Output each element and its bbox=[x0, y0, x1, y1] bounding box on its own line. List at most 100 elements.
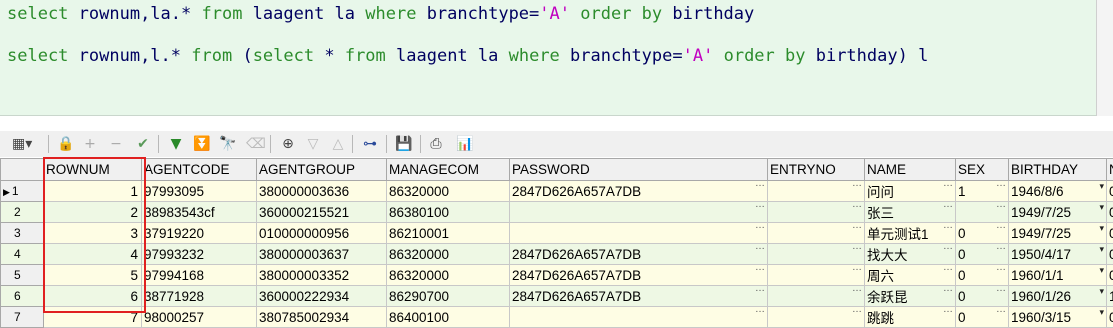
cell-password[interactable]: 2847D626A657A7DB… bbox=[510, 286, 768, 307]
cell-name[interactable]: 张三… bbox=[865, 202, 956, 223]
query-icon[interactable]: ⊕ bbox=[278, 134, 298, 154]
cell-managecom[interactable]: 86210001 bbox=[387, 223, 510, 244]
cell-birthday[interactable]: 1949/7/25▾ bbox=[1009, 223, 1107, 244]
cell-sex[interactable]: … bbox=[956, 202, 1009, 223]
cell-birthday[interactable]: 1949/7/25▾ bbox=[1009, 202, 1107, 223]
cell-sex[interactable]: 0… bbox=[956, 223, 1009, 244]
cell-name[interactable]: 单元测试1… bbox=[865, 223, 956, 244]
row-indicator[interactable]: 3 bbox=[1, 223, 44, 244]
row-indicator[interactable]: 4 bbox=[1, 244, 44, 265]
cell-birthday[interactable]: 1960/1/26▾ bbox=[1009, 286, 1107, 307]
cell-name[interactable]: 找大大… bbox=[865, 244, 956, 265]
cell-sex[interactable]: 0… bbox=[956, 307, 1009, 328]
dropdown-icon[interactable]: ▾ bbox=[1099, 307, 1104, 318]
col-header-birthday[interactable]: BIRTHDAY bbox=[1009, 159, 1107, 181]
check-icon[interactable]: ✔ bbox=[133, 134, 153, 154]
cell-rownum[interactable]: 1 bbox=[44, 181, 142, 202]
ellipsis-icon[interactable]: … bbox=[996, 265, 1006, 274]
cell-password[interactable]: … bbox=[510, 202, 768, 223]
cell-password[interactable]: … bbox=[510, 307, 768, 328]
col-header-managecom[interactable]: MANAGECOM bbox=[387, 159, 510, 181]
cell-agentcode[interactable]: 97994168 bbox=[142, 265, 257, 286]
cell-rownum[interactable]: 5 bbox=[44, 265, 142, 286]
row-indicator[interactable]: 2 bbox=[1, 202, 44, 223]
ellipsis-icon[interactable]: … bbox=[943, 244, 953, 253]
ellipsis-icon[interactable]: … bbox=[755, 223, 765, 232]
cell-rownum[interactable]: 3 bbox=[44, 223, 142, 244]
cell-managecom[interactable]: 86400100 bbox=[387, 307, 510, 328]
cell-birthday[interactable]: 1946/8/6▾ bbox=[1009, 181, 1107, 202]
dropdown-icon[interactable]: ▾ bbox=[1099, 181, 1104, 192]
editor-scrollbar[interactable] bbox=[1096, 0, 1113, 116]
cell-sex[interactable]: 1… bbox=[956, 181, 1009, 202]
cell-rownum[interactable]: 6 bbox=[44, 286, 142, 307]
ellipsis-icon[interactable]: … bbox=[943, 286, 953, 295]
col-header-agentgroup[interactable]: AGENTGROUP bbox=[257, 159, 387, 181]
dropdown-icon[interactable]: ▾ bbox=[1099, 244, 1104, 255]
ellipsis-icon[interactable]: … bbox=[996, 202, 1006, 211]
col-header-password[interactable]: PASSWORD bbox=[510, 159, 768, 181]
cell-managecom[interactable]: 86320000 bbox=[387, 181, 510, 202]
cell-birthday[interactable]: 1950/4/17▾ bbox=[1009, 244, 1107, 265]
cell-agentcode[interactable]: 97993095 bbox=[142, 181, 257, 202]
ellipsis-icon[interactable]: … bbox=[996, 244, 1006, 253]
cell-rownum[interactable]: 4 bbox=[44, 244, 142, 265]
cell-birthday[interactable]: 1960/1/1▾ bbox=[1009, 265, 1107, 286]
cell-agentgroup[interactable]: 380000003352 bbox=[257, 265, 387, 286]
table-row[interactable]: ▶1197993095380000003636863200002847D626A… bbox=[1, 181, 1113, 202]
cell-entryno[interactable]: … bbox=[768, 265, 865, 286]
ellipsis-icon[interactable]: … bbox=[755, 244, 765, 253]
filter-icon[interactable]: ▽ bbox=[303, 134, 323, 154]
table-row[interactable]: 779800025738078500293486400100……跳跳…0…196… bbox=[1, 307, 1113, 328]
table-row[interactable]: 333791922001000000095686210001……单元测试1…0…… bbox=[1, 223, 1113, 244]
cell-name[interactable]: 周六… bbox=[865, 265, 956, 286]
row-indicator[interactable]: ▶1 bbox=[1, 181, 44, 202]
cell-sex[interactable]: 0… bbox=[956, 286, 1009, 307]
cell-sex[interactable]: 0… bbox=[956, 265, 1009, 286]
clear-icon[interactable]: ⌫ bbox=[246, 134, 266, 154]
cell-sex[interactable]: 0… bbox=[956, 244, 1009, 265]
last-icon[interactable]: ⏬ bbox=[192, 134, 212, 154]
ellipsis-icon[interactable]: … bbox=[943, 307, 953, 316]
dropdown-icon[interactable]: ▾ bbox=[1099, 202, 1104, 213]
lock-icon[interactable]: 🔒 bbox=[56, 134, 76, 154]
cell-n[interactable]: 0 bbox=[1107, 202, 1113, 223]
cell-n[interactable]: 1 bbox=[1107, 286, 1113, 307]
cell-managecom[interactable]: 86320000 bbox=[387, 244, 510, 265]
cell-managecom[interactable]: 86380100 bbox=[387, 202, 510, 223]
cell-password[interactable]: 2847D626A657A7DB… bbox=[510, 244, 768, 265]
cell-n[interactable]: 0 bbox=[1107, 307, 1113, 328]
cell-rownum[interactable]: 7 bbox=[44, 307, 142, 328]
cell-agentcode[interactable]: 98000257 bbox=[142, 307, 257, 328]
cell-agentgroup[interactable]: 380000003636 bbox=[257, 181, 387, 202]
dropdown-icon[interactable]: ▾ bbox=[1099, 265, 1104, 276]
cell-n[interactable]: 0 bbox=[1107, 181, 1113, 202]
ellipsis-icon[interactable]: … bbox=[996, 286, 1006, 295]
chart-icon[interactable]: 📊▾ bbox=[455, 134, 475, 154]
ellipsis-icon[interactable]: … bbox=[755, 181, 765, 190]
cell-managecom[interactable]: 86290700 bbox=[387, 286, 510, 307]
table-row[interactable]: 2238983543cf36000021552186380100……张三……19… bbox=[1, 202, 1113, 223]
grid-menu-icon[interactable]: ▦▾ bbox=[12, 134, 32, 154]
cell-password[interactable]: 2847D626A657A7DB… bbox=[510, 181, 768, 202]
ellipsis-icon[interactable]: … bbox=[755, 286, 765, 295]
print-icon[interactable]: ⎙ bbox=[426, 134, 446, 154]
ellipsis-icon[interactable]: … bbox=[852, 223, 862, 232]
cell-entryno[interactable]: … bbox=[768, 181, 865, 202]
row-indicator[interactable]: 6 bbox=[1, 286, 44, 307]
cell-entryno[interactable]: … bbox=[768, 244, 865, 265]
cell-name[interactable]: 余跃昆… bbox=[865, 286, 956, 307]
ellipsis-icon[interactable]: … bbox=[852, 307, 862, 316]
cell-password[interactable]: 2847D626A657A7DB… bbox=[510, 265, 768, 286]
col-header-name[interactable]: NAME bbox=[865, 159, 956, 181]
row-indicator-header[interactable] bbox=[1, 159, 44, 181]
cell-entryno[interactable]: … bbox=[768, 223, 865, 244]
ellipsis-icon[interactable]: … bbox=[755, 307, 765, 316]
add-icon[interactable]: + bbox=[80, 134, 100, 154]
sql-editor[interactable]: select rownum,la.* from laagent la where… bbox=[0, 0, 1113, 116]
cell-rownum[interactable]: 2 bbox=[44, 202, 142, 223]
ellipsis-icon[interactable]: … bbox=[852, 286, 862, 295]
ellipsis-icon[interactable]: … bbox=[996, 181, 1006, 190]
cell-agentcode[interactable]: 97993232 bbox=[142, 244, 257, 265]
cell-n[interactable]: 0 bbox=[1107, 265, 1113, 286]
